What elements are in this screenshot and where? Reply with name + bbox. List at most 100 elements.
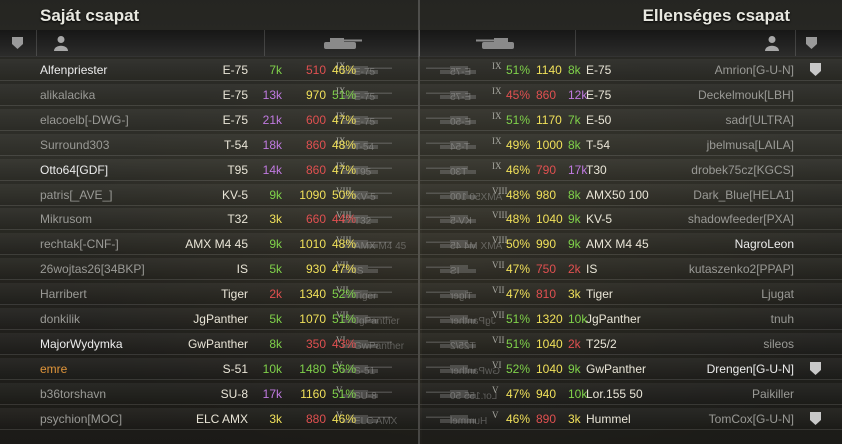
player-name[interactable]: Drengen[G-U-N] bbox=[707, 357, 794, 381]
player-row[interactable]: Alfenpriester IX E-75 E-75 7k 510 46% bbox=[0, 58, 418, 82]
player-name[interactable]: 26wojtas26[34BKP] bbox=[40, 257, 145, 281]
player-row[interactable]: Surround303 IX T-54 T-54 18k 860 48% bbox=[0, 133, 418, 157]
win-rate: 46% bbox=[331, 411, 356, 426]
player-name[interactable]: sileos bbox=[763, 332, 794, 356]
player-row[interactable]: elacoelb[-DWG-] IX E-75 E-75 21k 600 47% bbox=[0, 108, 418, 132]
player-name[interactable]: sadr[ULTRA] bbox=[726, 108, 794, 132]
header-player-col-right[interactable] bbox=[575, 30, 796, 56]
player-name[interactable]: Dark_Blue[HELA1] bbox=[693, 183, 794, 207]
player-name[interactable]: b36torshavn bbox=[40, 382, 106, 406]
win-rate: 45% bbox=[506, 87, 531, 102]
efficiency-rating: 350 bbox=[305, 336, 326, 351]
header-tank-col-right[interactable] bbox=[420, 30, 576, 56]
player-row[interactable]: donkilik VII JgPanther JgPanther 5k 1070 51% bbox=[0, 307, 418, 331]
player-name[interactable]: jbelmusa[LAILA] bbox=[707, 133, 794, 157]
tank-tier: IX bbox=[492, 110, 502, 121]
player-name[interactable]: patris[_AVE_] bbox=[40, 183, 112, 207]
win-rate: 52% bbox=[506, 361, 531, 376]
player-name[interactable]: MajorWydymka bbox=[40, 332, 123, 356]
player-row[interactable]: sileos VII T25/2 T25/2 2k 1040 51% bbox=[420, 332, 842, 356]
tank-model-label: E-75 bbox=[354, 116, 376, 128]
player-name[interactable]: NagroLeon bbox=[735, 232, 794, 256]
player-row[interactable]: Drengen[G-U-N] VI GwPanther GwPanther 9k 1040… bbox=[420, 357, 842, 381]
tank-model-label: IS bbox=[450, 266, 460, 278]
tank-name: T32 bbox=[227, 212, 248, 227]
tank-model-label: E-75 bbox=[354, 91, 376, 103]
battles-count: 5k bbox=[269, 312, 282, 326]
player-name[interactable]: emre bbox=[40, 357, 67, 381]
player-name[interactable]: Harribert bbox=[40, 282, 87, 306]
player-row[interactable]: Deckelmouk[LBH] IX E-75 E-75 12k 860 45% bbox=[420, 83, 842, 107]
header-player-col-left[interactable] bbox=[36, 30, 265, 56]
clan-shield-icon bbox=[810, 361, 821, 375]
player-row[interactable]: emre V S-51 S-51 10k 1480 56% bbox=[0, 357, 418, 381]
player-row[interactable]: alikalacika IX E-75 E-75 13k 970 51% bbox=[0, 83, 418, 107]
player-name[interactable]: elacoelb[-DWG-] bbox=[40, 108, 129, 132]
battles-count: 2k bbox=[269, 287, 282, 302]
efficiency-rating: 1140 bbox=[536, 63, 562, 77]
battles-count: 18k bbox=[262, 137, 282, 152]
player-name[interactable]: Deckelmouk[LBH] bbox=[698, 83, 794, 107]
battles-count: 2k bbox=[568, 262, 581, 277]
tank-model-label: E-50 bbox=[450, 116, 472, 128]
tank-name: Tiger bbox=[586, 287, 613, 302]
player-row[interactable]: sadr[ULTRA] IX E-50 E-50 7k 1170 51% bbox=[420, 108, 842, 132]
player-name[interactable]: drobek75cz[KGCS] bbox=[691, 158, 794, 182]
player-row[interactable]: patris[_AVE_] VIII KV-5 KV-5 9k 1090 50% bbox=[0, 183, 418, 207]
player-row[interactable]: Dark_Blue[HELA1] VIII AMX50 100 AMX50 100 8k… bbox=[420, 183, 842, 207]
battles-count: 8k bbox=[269, 336, 282, 351]
tank-model-label: S-51 bbox=[354, 365, 376, 377]
player-row[interactable]: drobek75cz[KGCS] IX T30 T30 17k 790 46% bbox=[420, 158, 842, 182]
player-row[interactable]: 26wojtas26[34BKP] VII IS IS 5k 930 47% bbox=[0, 257, 418, 281]
player-name[interactable]: TomCox[G-U-N] bbox=[709, 407, 794, 431]
player-row[interactable]: Amrion[G-U-N] IX E-75 E-75 8k 1140 51% bbox=[420, 58, 842, 82]
player-row[interactable]: TomCox[G-U-N] V Hummel Hummel 3k 890 46% bbox=[420, 407, 842, 431]
player-row[interactable]: kutaszenko2[PPAP] VII IS IS 2k 750 47% bbox=[420, 257, 842, 281]
player-row[interactable]: Harribert VII Tiger Tiger 2k 1340 52% bbox=[0, 282, 418, 306]
player-row[interactable]: Otto64[GDF] IX T95 T95 14k 860 47% bbox=[0, 158, 418, 182]
win-rate: 48% bbox=[506, 187, 531, 202]
player-row[interactable]: tnuh VII JgPanther JgPanther 10k 1320 51% bbox=[420, 307, 842, 331]
player-name[interactable]: alikalacika bbox=[40, 83, 95, 107]
player-row[interactable]: jbelmusa[LAILA] IX T-54 T-54 8k 1000 49% bbox=[420, 133, 842, 157]
player-row[interactable]: b36torshavn V SU-8 SU-8 17k 1160 51% bbox=[0, 382, 418, 406]
player-name[interactable]: Alfenpriester bbox=[40, 58, 107, 82]
player-name[interactable]: donkilik bbox=[40, 307, 80, 331]
tank-name: Lor.155 50 bbox=[586, 386, 643, 401]
tank-model-label: SU-8 bbox=[354, 390, 377, 402]
player-row[interactable]: Paikiller V Lor.155 50 Lor.155 50 10k 940 47% bbox=[420, 382, 842, 406]
clan-shield-icon bbox=[12, 37, 23, 49]
efficiency-rating: 660 bbox=[305, 212, 326, 227]
player-name[interactable]: psychion[MOC] bbox=[40, 407, 122, 431]
player-row[interactable]: rechtak[-CNF-] VIII AMX M4 45 AMX M4 45 9k 10… bbox=[0, 232, 418, 256]
player-row[interactable]: NagroLeon VIII AMX M4 45 AMX M4 45 9k 990 50% bbox=[420, 232, 842, 256]
tank-name: ELC AMX bbox=[195, 411, 248, 426]
tank-icon bbox=[324, 38, 362, 49]
win-rate: 46% bbox=[506, 162, 531, 177]
player-name[interactable]: Otto64[GDF] bbox=[40, 158, 108, 182]
tank-name: E-75 bbox=[222, 63, 248, 77]
player-row[interactable]: shadowfeeder[PXA] VIII KV-5 KV-5 9k 1040 48% bbox=[420, 207, 842, 231]
player-row[interactable]: psychion[MOC] V ELC AMX ELC AMX 3k 880 46% bbox=[0, 407, 418, 431]
player-name[interactable]: Mikrusom bbox=[40, 207, 92, 231]
player-name[interactable]: Amrion[G-U-N] bbox=[715, 58, 794, 82]
player-name[interactable]: tnuh bbox=[771, 307, 794, 331]
player-name[interactable]: Paikiller bbox=[752, 382, 794, 406]
tank-tier: IX bbox=[492, 160, 502, 171]
tank-name: Hummel bbox=[586, 411, 631, 426]
player-name[interactable]: rechtak[-CNF-] bbox=[40, 232, 119, 256]
player-name[interactable]: shadowfeeder[PXA] bbox=[688, 207, 794, 231]
player-name[interactable]: Ljugat bbox=[761, 282, 794, 306]
tank-name: JgPanther bbox=[193, 312, 248, 326]
tank-model-label: JgPanther bbox=[354, 316, 400, 327]
player-name[interactable]: Surround303 bbox=[40, 133, 109, 157]
battles-count: 17k bbox=[262, 386, 282, 401]
efficiency-rating: 1040 bbox=[536, 212, 563, 227]
tank-tier: VII bbox=[492, 260, 505, 271]
player-row[interactable]: Ljugat VII Tiger Tiger 3k 810 47% bbox=[420, 282, 842, 306]
player-row[interactable]: Mikrusom VIII T32 T32 3k 660 44% bbox=[0, 207, 418, 231]
header-tank-col-left[interactable] bbox=[264, 30, 420, 56]
player-row[interactable]: MajorWydymka VI GwPanther GwPanther 8k 350 43% bbox=[0, 332, 418, 356]
player-name[interactable]: kutaszenko2[PPAP] bbox=[689, 257, 794, 281]
tank-model-label: T30 bbox=[450, 166, 468, 178]
